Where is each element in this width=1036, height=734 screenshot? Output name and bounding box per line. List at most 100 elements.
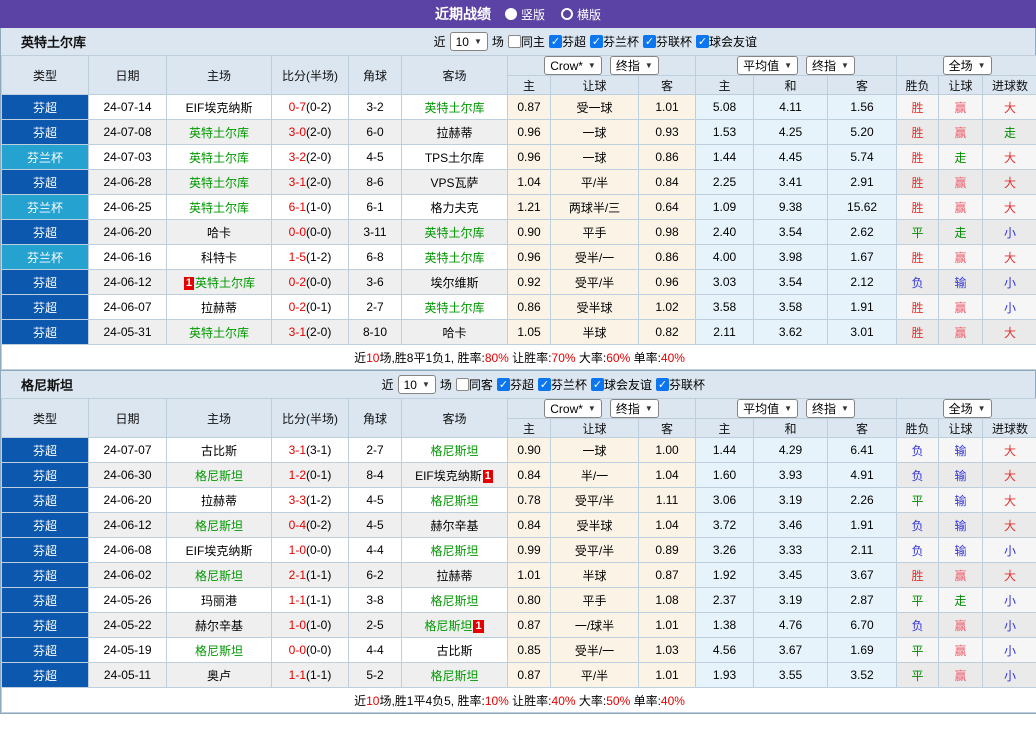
average-select[interactable]: 平均值 ▼ [737, 56, 799, 75]
league-filter-option[interactable]: ✓ 球会友谊 [695, 33, 757, 50]
match-row: 芬超 24-06-20 哈卡 0-0(0-0) 3-11 英特土尔库 0.90 平手 0.98 2… [1, 219, 1036, 245]
result-winlose: 平 [896, 219, 940, 245]
away-team: 埃尔维斯 [401, 269, 508, 295]
layout-radio-option[interactable]: 竖版 [504, 6, 545, 23]
halftime-score: (0-0) [306, 225, 332, 239]
halftime-score: (0-2) [306, 518, 332, 532]
league-checkbox[interactable]: ✓ [589, 35, 603, 48]
avg-draw: 3.19 [753, 587, 829, 613]
home-team: 英特土尔库 [166, 119, 272, 145]
corner-score: 5-2 [348, 662, 402, 688]
dropdown-group: 平均值 ▼ 终指 ▼ [697, 399, 896, 418]
match-row: 芬超 24-05-19 格尼斯坦 0-0(0-0) 4-4 古比斯 0.85 受半/一 1.03… [1, 637, 1036, 663]
league-filter-option[interactable]: ✓ 球会友谊 [590, 376, 652, 393]
avg-away: 5.74 [827, 144, 898, 170]
select-value: 终指 [812, 402, 837, 416]
same-venue-option[interactable]: 同主 [507, 33, 545, 50]
halftime-score: (3-1) [306, 443, 332, 457]
league-filter-option[interactable]: ✓ 芬兰杯 [537, 376, 587, 393]
same-venue-option[interactable]: 同客 [455, 376, 493, 393]
avg-away: 2.12 [827, 269, 898, 295]
chevron-down-icon: ▼ [473, 37, 482, 46]
team-name: 英特土尔库 [21, 35, 87, 50]
league-filter-option[interactable]: ✓ 芬兰杯 [589, 33, 639, 50]
recent-count-select[interactable]: 10 ▼ [449, 32, 488, 51]
team-link: 英特土尔库 [188, 150, 249, 165]
summary-part: 60% [606, 350, 631, 365]
odds-handicap: 受半球 [550, 512, 639, 538]
same-venue-checkbox[interactable] [507, 35, 521, 48]
away-team: 格尼斯坦 1 [401, 612, 508, 638]
team-link: 格尼斯坦 [430, 443, 479, 458]
league-badge: 芬超 [1, 94, 89, 120]
match-date: 24-06-20 [88, 487, 167, 513]
result-handicap: 赢 [938, 637, 984, 663]
result-goals: 大 [982, 562, 1036, 588]
dropdown-group: 全场 ▼ [898, 399, 1036, 418]
league-filter-label: 芬联杯 [655, 35, 692, 49]
column-header: 角球 [348, 398, 402, 438]
team-link: 哈卡 [206, 225, 231, 240]
fulltime-score: 3-1 [288, 175, 306, 189]
result-handicap: 走 [938, 219, 984, 245]
recent-count-select[interactable]: 10 ▼ [397, 375, 436, 394]
odds-handicap: 受平/半 [550, 487, 639, 513]
radio-button-icon[interactable] [561, 8, 573, 20]
team-link: 英特土尔库 [424, 100, 485, 115]
match-row: 芬超 24-06-12 格尼斯坦 0-4(0-2) 4-5 赫尔辛基 0.84 受半球 1.04… [1, 512, 1036, 538]
league-checkbox[interactable]: ✓ [496, 378, 510, 391]
corner-score: 3-2 [348, 94, 402, 120]
match-date: 24-06-30 [88, 462, 167, 488]
result-winlose: 胜 [896, 562, 940, 588]
radio-button-icon[interactable] [504, 8, 517, 20]
avg-away: 5.20 [827, 119, 898, 145]
final-odds-select-2[interactable]: 终指 ▼ [806, 56, 855, 75]
final-odds-select-1[interactable]: 终指 ▼ [609, 399, 659, 418]
odds-handicap: 受半/一 [550, 637, 639, 663]
league-badge: 芬超 [1, 437, 89, 463]
team-link: 英特土尔库 [424, 300, 485, 315]
league-checkbox[interactable]: ✓ [695, 35, 709, 48]
final-odds-select-1[interactable]: 终指 ▼ [609, 56, 659, 75]
final-odds-select-2[interactable]: 终指 ▼ [806, 399, 855, 418]
layout-radio-option[interactable]: 横版 [561, 6, 601, 23]
select-value: 10 [455, 34, 469, 49]
corner-score: 4-5 [348, 487, 402, 513]
match-score: 3-1(2-0) [271, 319, 349, 345]
league-checkbox[interactable]: ✓ [642, 35, 656, 48]
odds-company-select[interactable]: Crow* ▼ [544, 56, 602, 75]
avg-draw: 4.29 [753, 437, 829, 463]
sub-column-header: 和 [753, 418, 829, 438]
result-winlose: 负 [896, 512, 940, 538]
result-handicap: 赢 [938, 294, 984, 320]
league-checkbox[interactable]: ✓ [590, 378, 604, 391]
match-scope-select[interactable]: 全场 ▼ [942, 56, 992, 75]
fulltime-score: 3-1 [288, 443, 306, 457]
sub-column-header: 主 [507, 418, 551, 438]
league-filter-option[interactable]: ✓ 芬联杯 [642, 33, 692, 50]
corner-score: 3-11 [348, 219, 402, 245]
league-filter-option[interactable]: ✓ 芬联杯 [655, 376, 705, 393]
match-date: 24-06-08 [88, 537, 167, 563]
league-checkbox[interactable]: ✓ [548, 35, 562, 48]
fulltime-score: 1-1 [288, 668, 306, 682]
odds-home: 0.90 [507, 437, 551, 463]
league-filter-option[interactable]: ✓ 芬超 [548, 33, 586, 50]
odds-home: 0.87 [507, 662, 551, 688]
result-goals: 小 [982, 637, 1036, 663]
league-filter-option[interactable]: ✓ 芬超 [496, 376, 534, 393]
halftime-score: (1-2) [306, 250, 332, 264]
league-badge: 芬超 [1, 637, 89, 663]
odds-away: 1.04 [637, 512, 697, 538]
team-link: 拉赫蒂 [436, 125, 473, 140]
league-checkbox[interactable]: ✓ [655, 378, 669, 391]
home-team: 玛丽港 [166, 587, 272, 613]
same-venue-checkbox[interactable] [455, 378, 469, 391]
select-value: 平均值 [743, 59, 780, 73]
odds-company-select[interactable]: Crow* ▼ [544, 399, 602, 418]
match-scope-select[interactable]: 全场 ▼ [942, 399, 992, 418]
league-checkbox[interactable]: ✓ [537, 378, 551, 391]
dropdown-group-cell: 全场 ▼ [896, 398, 1036, 419]
average-select[interactable]: 平均值 ▼ [737, 399, 799, 418]
result-winlose: 平 [896, 587, 940, 613]
